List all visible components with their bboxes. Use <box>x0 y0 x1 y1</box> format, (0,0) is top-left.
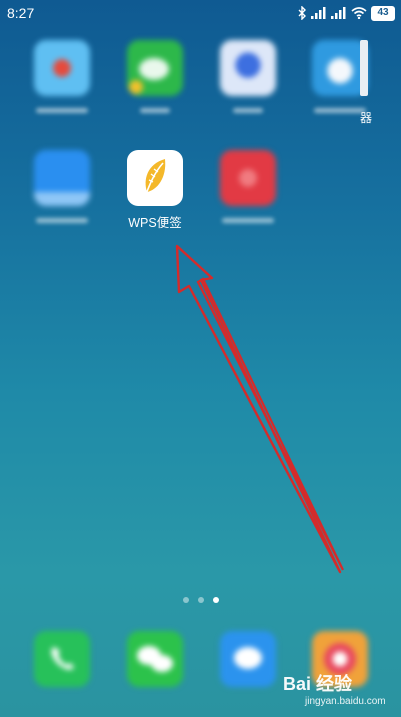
dock-phone-app[interactable] <box>22 631 102 687</box>
status-bar: 8:27 43 <box>0 0 401 26</box>
signal-icon-2 <box>331 7 347 19</box>
page-indicator <box>0 597 401 603</box>
blurred-app-icon <box>220 150 276 206</box>
watermark-brand: Bai 经验 <box>283 674 353 694</box>
blurred-app-label <box>140 108 170 113</box>
status-time: 8:27 <box>7 5 35 21</box>
dock-wechat-app[interactable] <box>115 631 195 687</box>
bluetooth-icon <box>298 6 307 20</box>
feather-icon <box>144 159 166 198</box>
battery-indicator: 43 <box>371 5 395 21</box>
blurred-app-2[interactable] <box>115 40 195 113</box>
edge-app-fragment <box>360 40 368 96</box>
blurred-app-icon <box>34 40 90 96</box>
wechat-icon <box>127 631 183 687</box>
blurred-app-4[interactable] <box>300 40 380 113</box>
blurred-app-5[interactable] <box>22 150 102 223</box>
blurred-app-label <box>36 108 88 113</box>
wifi-icon <box>351 7 367 19</box>
blurred-app-label <box>222 218 274 223</box>
blurred-app-icon <box>127 40 183 96</box>
page-dot-active[interactable] <box>212 597 219 603</box>
signal-icon <box>311 7 327 19</box>
blurred-app-icon <box>34 150 90 206</box>
blurred-app-3[interactable] <box>208 40 288 113</box>
blurred-app-icon <box>220 40 276 96</box>
page-dot[interactable] <box>197 597 204 603</box>
dock-messages-app[interactable] <box>208 631 288 687</box>
blurred-app-7[interactable] <box>208 150 288 223</box>
blurred-app-label <box>36 218 88 223</box>
blurred-app-label <box>233 108 263 113</box>
blurred-app-1[interactable] <box>22 40 102 113</box>
watermark-url: jingyan.baidu.com <box>305 696 386 707</box>
edge-app-label: 器 <box>360 111 373 125</box>
wps-notes-app-icon <box>127 150 183 206</box>
blurred-app-label <box>314 108 366 113</box>
page-dot[interactable] <box>182 597 189 603</box>
status-icons: 43 <box>298 5 395 21</box>
messages-icon <box>220 631 276 687</box>
wps-notes-app[interactable]: WPS便签 <box>115 150 195 231</box>
wps-notes-app-label: WPS便签 <box>128 216 182 230</box>
phone-icon <box>34 631 90 687</box>
